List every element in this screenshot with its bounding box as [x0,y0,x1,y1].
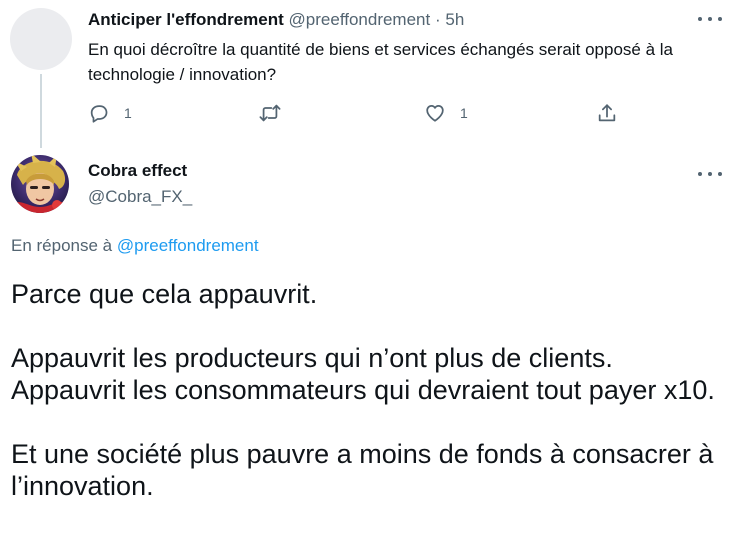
tweet-text-line: Appauvrit les producteurs qui n’ont plus… [11,343,613,373]
focused-reply-tweet: Cobra effect @Cobra_FX_ En réponse à @pr… [0,145,747,554]
parent-tweet[interactable]: Anticiper l'effondrement @preeffondremen… [0,0,747,148]
author-handle[interactable]: @preeffondrement [289,10,431,29]
tweet-text-line: Appauvrit les consommateurs qui devraien… [11,375,715,405]
parent-tweet-text: En quoi décroître la quantité de biens e… [88,40,673,84]
parent-tweet-header: Anticiper l'effondrement @preeffondremen… [88,9,464,31]
tweet-text-line: Et une société plus pauvre a moins de fo… [11,439,714,501]
reply-icon [90,105,108,123]
author-display-name[interactable]: Cobra effect [88,160,187,182]
avatar[interactable] [10,8,72,70]
replying-to-line: En réponse à @preeffondrement [11,235,259,257]
author-display-name[interactable]: Anticiper l'effondrement [88,10,284,29]
retweet-button[interactable] [258,100,296,126]
like-count: 1 [460,105,468,121]
replying-to-mention-link[interactable]: @preeffondrement [117,236,259,255]
tweet-text-line: Parce que cela appauvrit. [11,279,318,309]
avatar[interactable] [11,155,69,213]
replying-to-label: En réponse à [11,236,113,255]
author-handle[interactable]: @Cobra_FX_ [88,186,192,208]
tweet-timestamp[interactable]: 5h [445,10,464,29]
thread-connector-line [40,74,42,148]
like-button[interactable]: 1 [424,100,468,126]
share-button[interactable] [596,100,618,126]
reply-button[interactable]: 1 [88,100,132,126]
header-separator: · [434,10,441,29]
more-options-icon[interactable] [698,14,722,24]
heart-icon [426,104,444,122]
more-options-icon[interactable] [698,169,722,179]
retweet-icon [259,104,281,122]
reply-tweet-text: Parce que cela appauvrit. Appauvrit les … [11,278,736,502]
share-icon [598,104,616,122]
reply-count: 1 [124,105,132,121]
tweet-action-bar: 1 1 [88,100,628,126]
